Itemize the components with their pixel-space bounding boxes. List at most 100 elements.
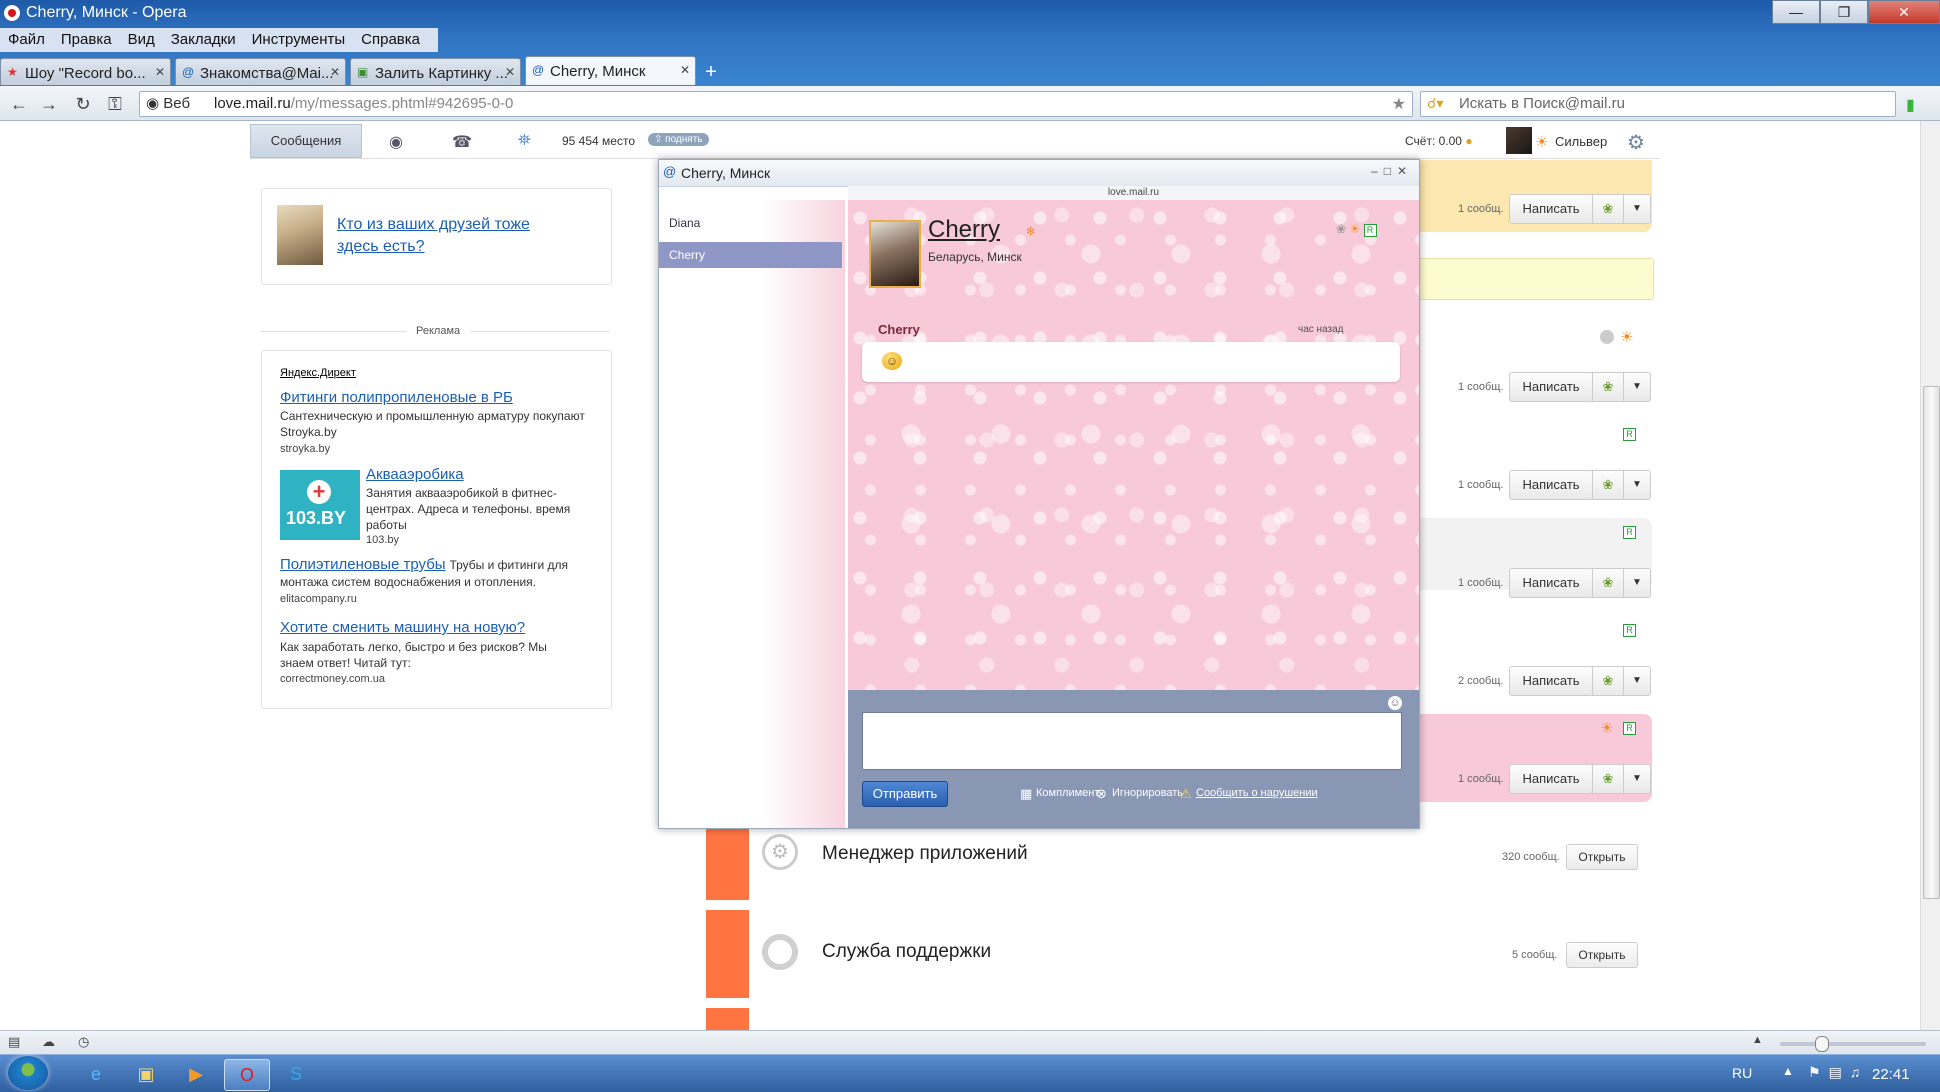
account-balance[interactable]: Счёт: 0.00 ● — [1405, 134, 1473, 148]
skype-icon[interactable]: S — [274, 1059, 318, 1089]
language-indicator[interactable]: RU — [1732, 1065, 1752, 1081]
write-button[interactable]: Написать — [1509, 470, 1593, 500]
eye-icon[interactable]: ◉ — [384, 132, 408, 151]
ad-logo-103by[interactable]: +103.BY — [280, 470, 360, 540]
tray-expand-icon[interactable]: ▲ — [1782, 1064, 1794, 1078]
emoji-picker-icon[interactable]: ☺ — [1388, 696, 1402, 710]
internet-explorer-icon[interactable]: e — [74, 1059, 118, 1089]
chevron-down-icon[interactable]: ▼ — [1623, 568, 1651, 598]
search-engine-icon[interactable]: ☌▾ — [1427, 95, 1443, 112]
cloud-icon[interactable]: ☁ — [42, 1034, 55, 1050]
gift-icon[interactable]: ❀ — [1592, 194, 1624, 224]
chat-contact-cherry[interactable]: Cherry — [659, 242, 842, 268]
zoom-slider[interactable] — [1780, 1042, 1926, 1046]
bookmark-star-icon[interactable]: ★ — [1392, 94, 1406, 114]
menu-edit[interactable]: Правка — [53, 28, 120, 52]
gear-icon[interactable]: ⚙ — [1627, 130, 1645, 155]
avatar[interactable] — [1506, 127, 1532, 154]
menu-bookmarks[interactable]: Закладки — [163, 28, 244, 52]
close-icon[interactable]: ✕ — [1397, 164, 1413, 178]
speed-dial-icon[interactable]: ◷ — [78, 1034, 89, 1050]
search-input[interactable]: ☌▾ Искать в Поиск@mail.ru — [1420, 91, 1896, 117]
gift-icon[interactable]: ❀ — [1592, 372, 1624, 402]
ad-title[interactable]: Хотите сменить машину на новую? — [280, 619, 525, 636]
scroll-thumb[interactable] — [1923, 386, 1940, 899]
write-button[interactable]: Написать — [1509, 764, 1593, 794]
write-button[interactable]: Написать — [1509, 194, 1593, 224]
zoom-up-icon[interactable]: ▲ — [1752, 1034, 1763, 1046]
open-button[interactable]: Открыть — [1566, 942, 1638, 968]
explorer-folder-icon[interactable]: ▣ — [124, 1059, 168, 1089]
key-icon[interactable]: ⚿ — [104, 93, 126, 115]
open-button[interactable]: Открыть — [1566, 844, 1638, 870]
write-button[interactable]: Написать — [1509, 666, 1593, 696]
tab-upload-image[interactable]: ▣ Залить Картинку ... ✕ — [350, 58, 521, 85]
start-button[interactable] — [8, 1056, 48, 1090]
forward-icon[interactable]: → — [38, 93, 60, 115]
status-level[interactable]: Сильвер — [1555, 134, 1607, 149]
minimize-button[interactable]: — — [1772, 0, 1820, 24]
chat-titlebar[interactable]: @ Cherry, Минск –□✕ — [659, 160, 1419, 187]
compliment-link[interactable]: Комплимент — [1036, 787, 1099, 799]
close-tab-icon[interactable]: ✕ — [330, 65, 340, 79]
gift-icon[interactable]: ❀ — [1592, 470, 1624, 500]
close-tab-icon[interactable]: ✕ — [155, 65, 165, 79]
zoom-thumb[interactable] — [1815, 1036, 1829, 1052]
ad-domain[interactable]: elitacompany.ru — [280, 593, 357, 605]
clock[interactable]: 22:41 — [1872, 1066, 1910, 1083]
friends-link[interactable]: Кто из ваших друзей тоже здесь есть? — [337, 214, 557, 258]
url-field[interactable]: ◉ Веб love.mail.ru/my/messages.phtml#942… — [139, 91, 1413, 117]
reload-icon[interactable]: ↻ — [72, 93, 94, 115]
menu-view[interactable]: Вид — [120, 28, 163, 52]
report-link[interactable]: Сообщить о нарушении — [1196, 787, 1318, 799]
gift-icon[interactable]: ❀ — [1592, 568, 1624, 598]
system-row-title[interactable]: Менеджер приложений — [822, 843, 1028, 865]
maximize-icon[interactable]: □ — [1384, 164, 1397, 178]
ad-domain[interactable]: stroyka.by — [280, 443, 330, 455]
chevron-down-icon[interactable]: ▼ — [1623, 470, 1651, 500]
megaphone-icon[interactable]: ☎ — [450, 132, 474, 151]
ad-title[interactable]: Фитинги полипропиленовые в РБ — [280, 389, 513, 406]
friend-avatar[interactable] — [277, 205, 323, 265]
panel-toggle-icon[interactable]: ▤ — [8, 1034, 20, 1050]
write-button[interactable]: Написать — [1509, 568, 1593, 598]
gift-icon[interactable]: ❀ — [1592, 764, 1624, 794]
yandex-direct-link[interactable]: Яндекс.Директ — [280, 367, 356, 379]
new-tab-button[interactable]: + — [700, 61, 722, 85]
profile-name[interactable]: Cherry — [928, 216, 1000, 244]
ignore-link[interactable]: Игнорировать — [1112, 787, 1183, 799]
network-icon[interactable]: ▤ — [1829, 1064, 1850, 1080]
close-button[interactable]: ✕ — [1868, 0, 1940, 24]
chevron-down-icon[interactable]: ▼ — [1623, 666, 1651, 696]
messages-tab[interactable]: Сообщения — [250, 124, 362, 158]
gift-icon[interactable]: ❀ — [1592, 666, 1624, 696]
write-button[interactable]: Написать — [1509, 372, 1593, 402]
restore-button[interactable]: ❐ — [1820, 0, 1868, 24]
message-input[interactable] — [862, 712, 1402, 770]
raise-button[interactable]: ⇧ поднять — [648, 133, 709, 146]
ad-domain[interactable]: 103.by — [366, 534, 399, 546]
menu-tools[interactable]: Инструменты — [244, 28, 354, 52]
chevron-down-icon[interactable]: ▼ — [1623, 764, 1651, 794]
close-tab-icon[interactable]: ✕ — [505, 65, 515, 79]
chevron-down-icon[interactable]: ▼ — [1623, 372, 1651, 402]
tab-cherry[interactable]: @ Cherry, Минск ✕ — [525, 56, 696, 85]
opera-icon[interactable]: O — [224, 1059, 270, 1091]
minimize-icon[interactable]: – — [1371, 164, 1384, 178]
chevron-down-icon[interactable]: ▼ — [1623, 194, 1651, 224]
back-icon[interactable]: ← — [8, 93, 30, 115]
send-button[interactable]: Отправить — [862, 781, 948, 807]
volume-icon[interactable]: ♫ — [1850, 1064, 1869, 1080]
page-scrollbar[interactable] — [1920, 121, 1940, 1030]
media-player-icon[interactable]: ▶ — [174, 1059, 218, 1089]
tab-znakomstva[interactable]: @ Знакомства@Mai... ✕ — [175, 58, 346, 85]
chat-contact-diana[interactable]: Diana — [659, 210, 842, 236]
menu-file[interactable]: Файл — [0, 28, 53, 52]
flag-icon[interactable]: ⚑ — [1808, 1064, 1829, 1080]
profile-photo[interactable] — [869, 220, 921, 288]
tab-record[interactable]: ★ Шоу "Record bo... ✕ — [0, 58, 171, 85]
web-button[interactable]: ◉ Веб — [146, 94, 190, 112]
system-row-title[interactable]: Служба поддержки — [822, 941, 991, 963]
menu-help[interactable]: Справка — [353, 28, 428, 52]
ad-title[interactable]: Полиэтиленовые трубы — [280, 556, 446, 573]
